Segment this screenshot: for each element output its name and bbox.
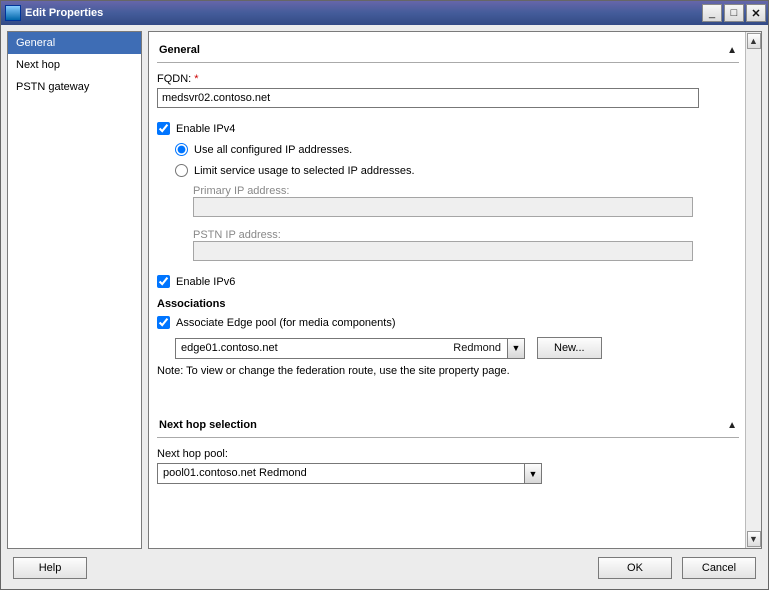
help-button[interactable]: Help [13,557,87,579]
sidebar-item-label: General [16,37,55,49]
associate-edge-checkbox[interactable]: Associate Edge pool (for media component… [157,316,396,329]
minimize-button[interactable]: _ [702,4,722,22]
content-wrap: General ▲ FQDN: * Enable IPv4 [148,31,762,549]
dialog-window: Edit Properties _ □ ✕ General Next hop P… [0,0,769,590]
primary-ip-input [193,197,693,217]
fqdn-label: FQDN: * [157,73,739,85]
title-bar[interactable]: Edit Properties _ □ ✕ [1,1,768,25]
ipv4-option-all-row: Use all configured IP addresses. [175,143,739,156]
section-header-general[interactable]: General ▲ [157,38,739,63]
pstn-ip-input [193,241,693,261]
scroll-up-button[interactable]: ▲ [747,33,761,49]
pstn-ip-label: PSTN IP address: [193,229,739,241]
primary-ip-label: Primary IP address: [193,185,739,197]
sidebar-item-general[interactable]: General [8,32,141,54]
associate-edge-row: Associate Edge pool (for media component… [157,316,739,329]
enable-ipv6-checkbox[interactable]: Enable IPv6 [157,275,235,288]
sidebar: General Next hop PSTN gateway [7,31,142,549]
sidebar-item-next-hop[interactable]: Next hop [8,54,141,76]
window-title: Edit Properties [25,7,702,19]
enable-ipv6-row: Enable IPv6 [157,275,739,288]
ipv4-radio-all[interactable]: Use all configured IP addresses. [175,143,352,156]
enable-ipv6-input[interactable] [157,275,170,288]
ipv4-radio-limit-input[interactable] [175,164,188,177]
main-row: General Next hop PSTN gateway General ▲ … [7,31,762,549]
content: General ▲ FQDN: * Enable IPv4 [149,32,745,548]
enable-ipv4-input[interactable] [157,122,170,135]
edge-pool-site: Redmond [447,339,507,358]
new-edge-pool-button[interactable]: New... [537,337,602,359]
vertical-scrollbar[interactable]: ▲ ▼ [745,32,761,548]
close-button[interactable]: ✕ [746,4,766,22]
enable-ipv4-row: Enable IPv4 [157,122,739,135]
required-marker: * [194,73,198,85]
maximize-button[interactable]: □ [724,4,744,22]
window-buttons: _ □ ✕ [702,4,766,22]
section-title: General [159,44,727,56]
next-hop-pool-label: Next hop pool: [157,448,739,460]
sidebar-item-label: PSTN gateway [16,81,89,93]
associations-heading: Associations [157,298,739,310]
ipv4-option-limit-row: Limit service usage to selected IP addre… [175,164,739,177]
chevron-up-icon: ▲ [727,45,737,56]
scroll-down-button[interactable]: ▼ [747,531,761,547]
edge-pool-value: edge01.contoso.net [176,339,447,358]
section-title: Next hop selection [159,419,727,431]
sidebar-item-label: Next hop [16,59,60,71]
chevron-down-icon[interactable]: ▼ [507,339,524,358]
next-hop-pool-dropdown[interactable]: pool01.contoso.net Redmond ▼ [157,463,542,484]
sidebar-item-pstn-gateway[interactable]: PSTN gateway [8,76,141,98]
cancel-button[interactable]: Cancel [682,557,756,579]
edge-pool-dropdown[interactable]: edge01.contoso.net Redmond ▼ [175,338,525,359]
dialog-footer: Help OK Cancel [7,549,762,583]
next-hop-pool-value: pool01.contoso.net Redmond [158,464,524,483]
associate-edge-input[interactable] [157,316,170,329]
ok-button[interactable]: OK [598,557,672,579]
enable-ipv4-checkbox[interactable]: Enable IPv4 [157,122,235,135]
edge-pool-row: edge01.contoso.net Redmond ▼ New... [175,337,739,359]
app-icon [5,5,21,21]
section-header-next-hop[interactable]: Next hop selection ▲ [157,413,739,438]
federation-note: Note: To view or change the federation r… [157,365,739,377]
client-area: General Next hop PSTN gateway General ▲ … [1,25,768,589]
ipv4-radio-limit[interactable]: Limit service usage to selected IP addre… [175,164,415,177]
chevron-up-icon: ▲ [727,420,737,431]
ipv4-radio-all-input[interactable] [175,143,188,156]
fqdn-input[interactable] [157,88,699,108]
chevron-down-icon[interactable]: ▼ [524,464,541,483]
